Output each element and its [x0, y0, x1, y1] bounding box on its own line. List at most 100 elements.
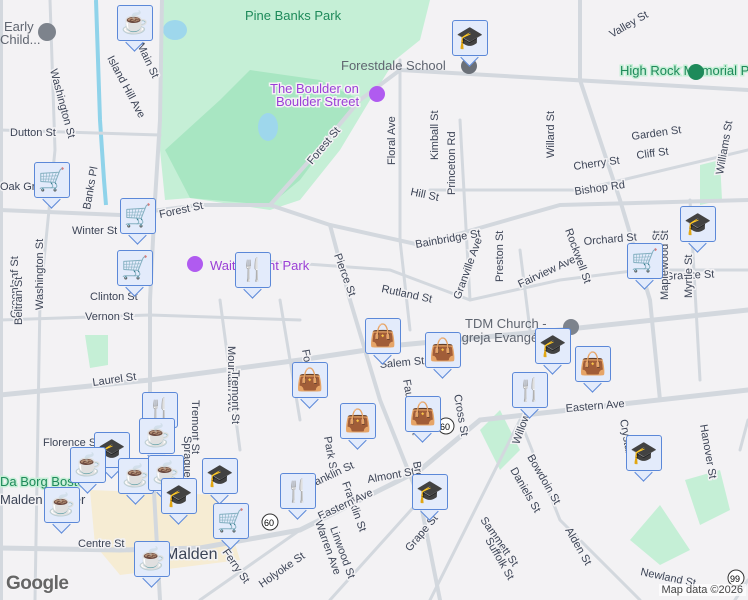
school-marker[interactable]: 🎓: [161, 478, 197, 525]
cafe-icon: ☕: [139, 418, 175, 454]
school-marker[interactable]: 🎓: [412, 474, 448, 521]
restaurant-marker[interactable]: 🍴: [280, 473, 316, 520]
bag-marker[interactable]: 👜: [575, 346, 611, 393]
place-label[interactable]: Forestdale School: [341, 58, 446, 73]
school-marker[interactable]: 🎓: [452, 20, 488, 67]
school-icon: 🎓: [680, 206, 716, 242]
school-icon: 🎓: [412, 474, 448, 510]
street-label: Forest St: [158, 200, 204, 221]
school-icon: 🎓: [535, 328, 571, 364]
street-label: Cherry St: [573, 155, 621, 173]
bag-marker[interactable]: 👜: [365, 318, 401, 365]
street-label: Beltran St: [13, 277, 25, 325]
restaurant-marker[interactable]: 🍴: [512, 372, 548, 419]
street-label: Centre St: [78, 538, 124, 550]
cart-marker[interactable]: 🛒: [627, 243, 663, 290]
street-label: Island Hill Ave: [104, 54, 147, 120]
cafe-icon: ☕: [134, 541, 170, 577]
street-label: Eastern Ave: [565, 398, 625, 415]
school-icon: 🎓: [202, 458, 238, 494]
svg-text:99: 99: [730, 574, 740, 584]
street-label: Alden St: [562, 526, 593, 568]
bag-marker[interactable]: 👜: [292, 362, 328, 409]
street-label: Vernon St: [85, 311, 133, 323]
street-label: Willard St: [545, 111, 557, 158]
bag-icon: 👜: [425, 332, 461, 368]
restaurant-icon: 🍴: [235, 252, 271, 288]
restaurant-icon: 🍴: [280, 473, 316, 509]
school-icon: 🎓: [626, 435, 662, 471]
cart-icon: 🛒: [117, 250, 153, 286]
street-label: Princeton Rd: [446, 131, 458, 195]
bag-marker[interactable]: 👜: [425, 332, 461, 379]
street-label: Myrtle St: [683, 255, 695, 298]
school-icon: 🎓: [452, 20, 488, 56]
svg-text:60: 60: [264, 518, 274, 528]
tree-icon[interactable]: [688, 64, 704, 80]
school-icon: 🎓: [161, 478, 197, 514]
cart-marker[interactable]: 🛒: [34, 162, 70, 209]
street-label: Kimball St: [429, 110, 441, 160]
street-label: Preston St: [494, 231, 506, 282]
school-marker[interactable]: 🎓: [535, 328, 571, 375]
cafe-marker[interactable]: ☕: [134, 541, 170, 588]
street-label: Pierce St: [331, 252, 358, 298]
map-canvas[interactable]: Pine Banks Park High Rock Memorial Park …: [0, 0, 748, 600]
cart-icon: 🛒: [34, 162, 70, 198]
street-label: Dutton St: [10, 127, 56, 139]
restaurant-icon: 🍴: [512, 372, 548, 408]
cafe-icon: ☕: [70, 447, 106, 483]
bag-icon: 👜: [365, 318, 401, 354]
street-label: Tremont St: [229, 370, 241, 424]
street-label: Banks Pl: [81, 166, 100, 211]
park-label[interactable]: Pine Banks Park: [244, 7, 344, 25]
street-label: Cliff St: [636, 146, 670, 162]
camera-icon[interactable]: [369, 86, 385, 102]
street-label: Garden St: [631, 124, 682, 143]
city-label: Malden: [165, 546, 217, 563]
bag-icon: 👜: [292, 362, 328, 398]
pond: [163, 20, 187, 40]
cart-marker[interactable]: 🛒: [117, 250, 153, 297]
cafe-icon: ☕: [44, 487, 80, 523]
park-area: [85, 335, 108, 368]
place-pin-icon[interactable]: [38, 23, 56, 41]
bag-marker[interactable]: 👜: [405, 396, 441, 443]
pond: [258, 113, 278, 141]
map-attribution[interactable]: Map data ©2026: [658, 584, 746, 596]
school-marker[interactable]: 🎓: [626, 435, 662, 482]
school-marker[interactable]: 🎓: [202, 458, 238, 505]
bag-marker[interactable]: 👜: [340, 403, 376, 450]
street-label: Fairview Ave: [516, 254, 577, 291]
bag-icon: 👜: [405, 396, 441, 432]
park-label[interactable]: High Rock Memorial Park: [619, 62, 748, 80]
svg-text:60: 60: [440, 422, 450, 432]
cafe-marker[interactable]: ☕: [44, 487, 80, 534]
street-label: Williams St: [714, 120, 735, 176]
cart-icon: 🛒: [627, 243, 663, 279]
camera-icon[interactable]: [187, 256, 203, 272]
street-label: Winter St: [72, 225, 117, 237]
bag-icon: 👜: [340, 403, 376, 439]
street-label: Hanover St: [697, 423, 718, 479]
street-label: Washington St: [34, 239, 46, 310]
street-label: Floral Ave: [386, 116, 398, 165]
google-logo: Google: [6, 573, 69, 594]
street-label: Cross St: [451, 393, 470, 437]
route-shield: 60: [261, 513, 279, 531]
street-label: Valley St: [608, 9, 651, 41]
street-label: Laurel St: [92, 371, 137, 389]
park-area: [630, 505, 690, 565]
bag-icon: 👜: [575, 346, 611, 382]
cart-marker[interactable]: 🛒: [120, 198, 156, 245]
cart-icon: 🛒: [213, 503, 249, 539]
restaurant-marker[interactable]: 🍴: [235, 252, 271, 299]
cafe-marker[interactable]: ☕: [70, 447, 106, 494]
cafe-icon: ☕: [117, 5, 153, 41]
place-label[interactable]: Boulder Street: [275, 93, 361, 111]
cafe-marker[interactable]: ☕: [117, 5, 153, 52]
place-label[interactable]: Child...: [0, 32, 40, 47]
cart-icon: 🛒: [120, 198, 156, 234]
cart-marker[interactable]: 🛒: [213, 503, 249, 550]
school-marker[interactable]: 🎓: [680, 206, 716, 253]
